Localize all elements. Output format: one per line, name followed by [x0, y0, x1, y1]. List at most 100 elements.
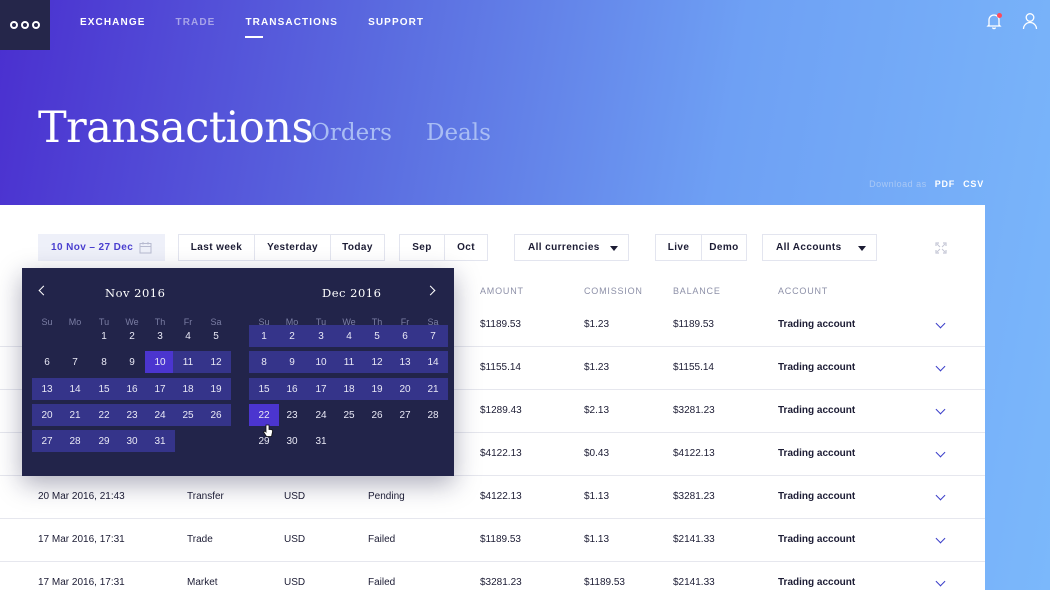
calendar-day[interactable]: 28: [419, 404, 447, 426]
calendar-day[interactable]: 30: [278, 430, 306, 452]
calendar-day[interactable]: 14: [419, 351, 447, 373]
expand-row-chevron-icon[interactable]: [935, 318, 946, 329]
download-pdf-link[interactable]: PDF: [935, 179, 955, 189]
calendar-day[interactable]: 25: [335, 404, 363, 426]
calendar-day[interactable]: 26: [202, 404, 230, 426]
calendar-day[interactable]: 27: [391, 404, 419, 426]
column-header-account[interactable]: ACCOUNT: [778, 286, 828, 296]
expand-row-chevron-icon[interactable]: [935, 361, 946, 372]
calendar-day[interactable]: 9: [278, 351, 306, 373]
calendar-day[interactable]: 22: [90, 404, 118, 426]
calendar-day[interactable]: 5: [202, 325, 230, 347]
accounts-select[interactable]: All Accounts: [762, 234, 877, 261]
calendar-day[interactable]: 3: [307, 325, 335, 347]
user-icon[interactable]: [1022, 12, 1038, 30]
calendar-day[interactable]: 1: [250, 325, 278, 347]
calendar-day[interactable]: 7: [419, 325, 447, 347]
calendar-day[interactable]: 3: [146, 325, 174, 347]
calendar-day[interactable]: 6: [33, 351, 61, 373]
table-row[interactable]: 17 Mar 2016, 17:31 Trade USD Failed $1189.53…: [0, 519, 985, 562]
calendar-day[interactable]: 21: [419, 378, 447, 400]
nav-transactions[interactable]: TRANSACTIONS: [245, 17, 338, 38]
calendar-day[interactable]: 12: [363, 351, 391, 373]
calendar-day[interactable]: 19: [202, 378, 230, 400]
calendar-day[interactable]: 23: [118, 404, 146, 426]
bell-icon[interactable]: [986, 12, 1002, 30]
calendar-day[interactable]: 25: [174, 404, 202, 426]
calendar-day[interactable]: 31: [146, 430, 174, 452]
filter-sep[interactable]: Sep: [399, 234, 445, 261]
calendar-day[interactable]: 20: [391, 378, 419, 400]
column-header-commission[interactable]: COMISSION: [584, 286, 643, 296]
calendar-day[interactable]: 28: [61, 430, 89, 452]
calendar-day[interactable]: 24: [146, 404, 174, 426]
filter-oct[interactable]: Oct: [444, 234, 488, 261]
expand-row-chevron-icon[interactable]: [935, 576, 946, 587]
calendar-day[interactable]: 8: [250, 351, 278, 373]
calendar-day[interactable]: 11: [174, 351, 202, 373]
calendar-day[interactable]: 10: [146, 351, 174, 373]
calendar-day[interactable]: 12: [202, 351, 230, 373]
filter-live[interactable]: Live: [655, 234, 702, 261]
calendar-day[interactable]: 29: [90, 430, 118, 452]
calendar-day[interactable]: 7: [61, 351, 89, 373]
logo[interactable]: [0, 0, 50, 50]
column-header-balance[interactable]: BALANCE: [673, 286, 721, 296]
chevron-left-icon[interactable]: [38, 285, 49, 296]
calendar-day[interactable]: 9: [118, 351, 146, 373]
calendar-day[interactable]: 4: [174, 325, 202, 347]
calendar-day[interactable]: 8: [90, 351, 118, 373]
chevron-right-icon[interactable]: [425, 285, 436, 296]
nav-support[interactable]: SUPPORT: [368, 17, 424, 28]
tab-deals[interactable]: Deals: [426, 120, 491, 146]
filter-yesterday[interactable]: Yesterday: [254, 234, 331, 261]
nav-exchange[interactable]: EXCHANGE: [80, 17, 145, 28]
column-header-amount[interactable]: AMOUNT: [480, 286, 524, 296]
expand-icon[interactable]: [935, 241, 947, 259]
download-csv-link[interactable]: CSV: [963, 179, 984, 189]
calendar-day[interactable]: 21: [61, 404, 89, 426]
calendar-day[interactable]: 5: [363, 325, 391, 347]
calendar-day[interactable]: 14: [61, 378, 89, 400]
calendar-day[interactable]: 13: [33, 378, 61, 400]
calendar-day[interactable]: 18: [174, 378, 202, 400]
calendar-day[interactable]: 15: [250, 378, 278, 400]
filter-today[interactable]: Today: [330, 234, 385, 261]
calendar-day[interactable]: 6: [391, 325, 419, 347]
calendar-day[interactable]: 16: [278, 378, 306, 400]
calendar-day[interactable]: 10: [307, 351, 335, 373]
calendar-day[interactable]: 24: [307, 404, 335, 426]
date-range-picker[interactable]: 10 Nov – 27 Dec: [38, 234, 165, 261]
calendar-day[interactable]: 2: [118, 325, 146, 347]
cell-commission: $1.13: [584, 491, 610, 502]
calendar-day[interactable]: 31: [307, 430, 335, 452]
filter-demo[interactable]: Demo: [701, 234, 747, 261]
table-row[interactable]: 20 Mar 2016, 21:43 Transfer USD Pending $412…: [0, 476, 985, 519]
expand-row-chevron-icon[interactable]: [935, 447, 946, 458]
nav-trade[interactable]: TRADE: [175, 17, 215, 28]
calendar-day[interactable]: 30: [118, 430, 146, 452]
currency-select[interactable]: All currencies: [514, 234, 629, 261]
expand-row-chevron-icon[interactable]: [935, 404, 946, 415]
calendar-day[interactable]: 20: [33, 404, 61, 426]
calendar-day[interactable]: 17: [307, 378, 335, 400]
filter-last-week[interactable]: Last week: [178, 234, 255, 261]
calendar-day[interactable]: 18: [335, 378, 363, 400]
expand-row-chevron-icon[interactable]: [935, 533, 946, 544]
calendar-day[interactable]: 11: [335, 351, 363, 373]
calendar-day[interactable]: 19: [363, 378, 391, 400]
calendar-day[interactable]: 27: [33, 430, 61, 452]
calendar-day[interactable]: 2: [278, 325, 306, 347]
calendar-day[interactable]: 13: [391, 351, 419, 373]
calendar-day[interactable]: 15: [90, 378, 118, 400]
calendar-day[interactable]: 1: [90, 325, 118, 347]
calendar-day[interactable]: 23: [278, 404, 306, 426]
expand-row-chevron-icon[interactable]: [935, 490, 946, 501]
table-row[interactable]: 17 Mar 2016, 17:31 Market USD Failed $3281.2…: [0, 562, 985, 590]
calendar-day[interactable]: 26: [363, 404, 391, 426]
calendar-day[interactable]: 4: [335, 325, 363, 347]
calendar-day[interactable]: 22: [250, 404, 278, 426]
calendar-day[interactable]: 16: [118, 378, 146, 400]
calendar-day[interactable]: 17: [146, 378, 174, 400]
tab-orders[interactable]: Orders: [311, 120, 392, 146]
